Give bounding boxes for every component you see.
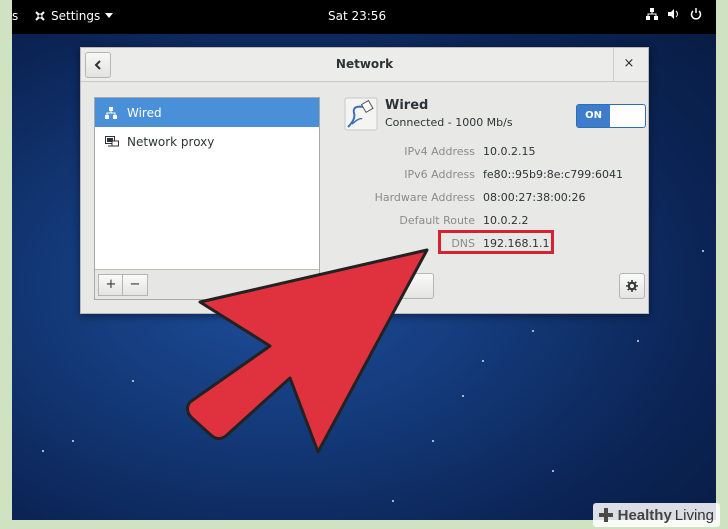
default-route-label: Default Route	[399, 214, 475, 227]
dialog-title: Network	[335, 57, 394, 71]
app-menu-settings[interactable]: Settings	[34, 9, 114, 23]
connection-status: Connected - 1000 Mb/s	[385, 116, 513, 129]
volume-icon[interactable]	[668, 8, 680, 20]
remove-connection-button[interactable]: −	[122, 274, 148, 296]
add-connection-button[interactable]: +	[98, 274, 124, 296]
connection-toggle[interactable]: ON	[576, 104, 646, 128]
system-tray[interactable]	[646, 8, 702, 20]
desktop-background: s Settings Sat 23:56 Network × Wired Net…	[12, 0, 716, 520]
watermark-brand-rest: Living	[674, 506, 714, 524]
network-proxy-icon	[105, 135, 121, 148]
sidebar-item-wired[interactable]: Wired	[95, 98, 319, 127]
titlebar-separator	[613, 48, 614, 81]
gear-icon	[626, 280, 638, 292]
sidebar-item-label: Network proxy	[127, 134, 215, 149]
power-icon[interactable]	[690, 8, 702, 20]
top-bar: s Settings Sat 23:56	[12, 0, 716, 34]
network-dialog: Network × Wired Network proxy + − Wired …	[80, 47, 649, 314]
ipv4-value: 10.0.2.15	[483, 145, 536, 158]
dialog-titlebar: Network ×	[81, 48, 648, 82]
toggle-on-label: ON	[577, 105, 610, 127]
chevron-down-icon	[105, 13, 114, 19]
plus-leaf-icon	[598, 508, 613, 522]
activities-fragment[interactable]: s	[12, 9, 18, 23]
sidebar-item-network-proxy[interactable]: Network proxy	[95, 127, 319, 156]
clock[interactable]: Sat 23:56	[328, 9, 386, 23]
settings-icon	[34, 10, 46, 22]
ipv6-label: IPv6 Address	[404, 168, 475, 181]
connection-name: Wired	[385, 98, 429, 113]
close-button[interactable]: ×	[621, 56, 637, 72]
default-route-value: 10.0.2.2	[483, 214, 529, 227]
healthy-living-watermark: Healthy Living	[592, 503, 720, 527]
partially-hidden-button[interactable]	[399, 273, 434, 299]
ipv6-value: fe80::95b9:8e:c799:6041	[483, 168, 623, 181]
watermark-brand-bold: Healthy	[617, 506, 672, 524]
dns-highlight-box	[438, 230, 554, 254]
settings-gear-button[interactable]	[619, 273, 645, 299]
network-icon[interactable]	[646, 8, 658, 20]
app-menu-label: Settings	[51, 9, 101, 23]
hardware-address-label: Hardware Address	[374, 191, 475, 204]
wired-network-icon	[105, 106, 121, 119]
ipv4-label: IPv4 Address	[404, 145, 475, 158]
sidebar-toolbar: + −	[95, 269, 319, 299]
ethernet-cable-icon	[344, 97, 378, 135]
sidebar-item-label: Wired	[127, 105, 162, 120]
connection-list: Wired Network proxy + −	[94, 97, 320, 300]
hardware-address-value: 08:00:27:38:00:26	[483, 191, 586, 204]
